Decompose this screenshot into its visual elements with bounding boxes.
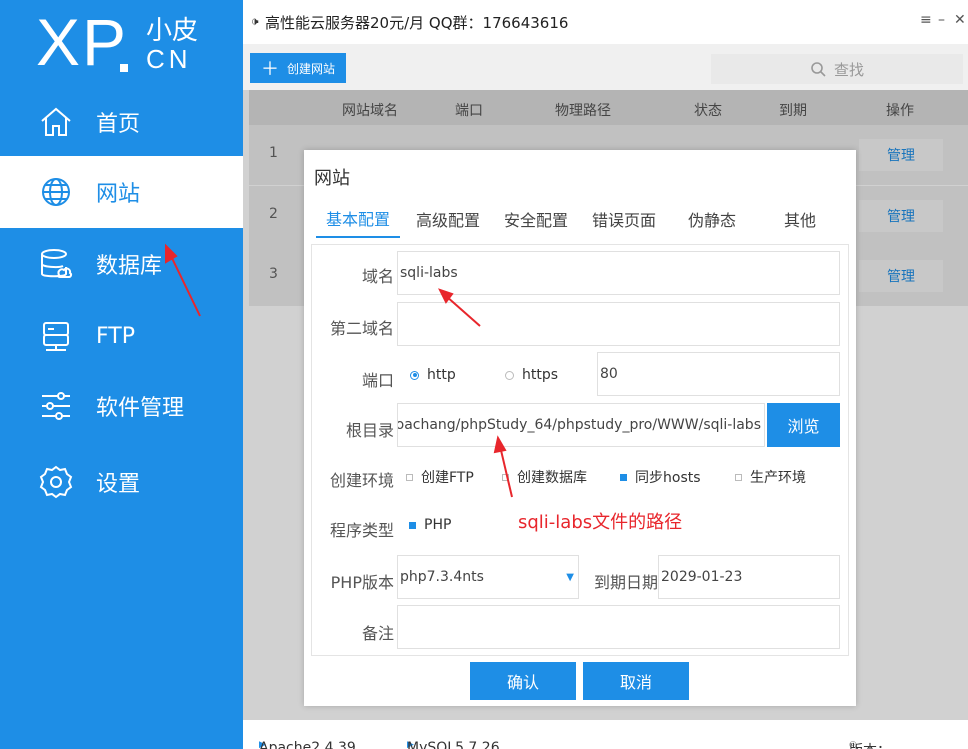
domain-label: 域名 <box>361 267 394 286</box>
sidebar-item-label: 软件管理 <box>96 396 185 421</box>
sync-hosts-label: 同步hosts <box>635 470 701 486</box>
gear-icon <box>36 462 76 502</box>
logo-cn-bottom: CN <box>146 44 192 74</box>
sidebar-item-ftp[interactable]: FTP <box>0 300 243 372</box>
dialog-title: 网站 <box>314 168 350 189</box>
root-path-value: oachang/phpStudy_64/phpstudy_pro/WWW/sql… <box>397 417 761 433</box>
search-label: 查找 <box>833 60 864 79</box>
https-radio[interactable]: https <box>505 367 558 383</box>
http-radio[interactable]: http <box>410 367 456 383</box>
search-input[interactable]: 查找 <box>711 54 963 84</box>
domain-input[interactable]: sqli-labs <box>397 251 840 295</box>
search-icon <box>811 62 826 77</box>
tab-basic[interactable]: 基本配置 <box>316 200 400 238</box>
sliders-icon <box>36 386 76 426</box>
sidebar-item-label: 网站 <box>96 182 141 207</box>
browse-button[interactable]: 浏览 <box>767 403 840 447</box>
note-input[interactable] <box>397 605 840 649</box>
logo: XP 小皮 CN <box>0 0 243 90</box>
statusbar: ▶Apache2.4.39 ▶MySQL5.7.26 ◎版本：8.1.1.3 <box>243 720 968 749</box>
create-ftp-checkbox[interactable]: 创建FTP <box>406 467 474 487</box>
sidebar-item-label: 数据库 <box>96 254 163 279</box>
root-label: 根目录 <box>345 421 394 440</box>
expire-label: 到期日期 <box>593 573 658 592</box>
sidebar-item-website[interactable]: 网站 <box>0 156 243 228</box>
sidebar: XP 小皮 CN 首页 网站 数据库 FTP 软件管理 设置 <box>0 0 243 749</box>
home-icon <box>36 102 76 142</box>
app-window: XP 小皮 CN 首页 网站 数据库 FTP 软件管理 设置 🕩 高性能云服务器… <box>0 0 968 749</box>
tab-security[interactable]: 安全配置 <box>494 200 578 238</box>
checkbox-unchecked-icon <box>502 473 509 481</box>
second-domain-input[interactable] <box>397 302 840 346</box>
checkbox-unchecked-icon <box>735 473 742 481</box>
port-label: 端口 <box>361 371 394 390</box>
port-input[interactable]: 80 <box>597 352 840 396</box>
version-label: 版本：8.1.1.3 <box>849 740 898 749</box>
php-version-select[interactable]: php7.3.4nts ▼ <box>397 555 579 599</box>
production-checkbox[interactable]: 生产环境 <box>735 467 806 487</box>
plus-icon: ＋ <box>260 59 279 80</box>
apache-label: Apache2.4.39 <box>259 740 356 749</box>
sidebar-item-database[interactable]: 数据库 <box>0 228 243 300</box>
sidebar-item-label: 设置 <box>96 472 141 497</box>
http-label: http <box>427 367 456 383</box>
php-label: PHP <box>424 517 452 533</box>
logo-xp: XP <box>36 5 129 79</box>
create-db-label: 创建数据库 <box>517 470 587 486</box>
radio-checked-icon <box>410 370 419 380</box>
menu-icon[interactable]: ≡ <box>920 12 932 28</box>
sidebar-item-software[interactable]: 软件管理 <box>0 370 243 442</box>
close-button[interactable]: ✕ <box>954 12 966 28</box>
sidebar-item-label: FTP <box>96 323 135 349</box>
sidebar-item-home[interactable]: 首页 <box>0 86 243 158</box>
speaker-icon: 🕩 <box>251 14 259 28</box>
checkbox-unchecked-icon <box>406 473 413 481</box>
cancel-button[interactable]: 取消 <box>583 662 689 700</box>
dropdown-caret-icon: ▼ <box>566 572 574 583</box>
php-version-value: php7.3.4nts <box>400 569 484 585</box>
php-checkbox[interactable]: PHP <box>409 517 451 533</box>
tab-error-pages[interactable]: 错误页面 <box>582 200 666 238</box>
sidebar-item-label: 首页 <box>96 112 141 137</box>
sync-hosts-checkbox[interactable]: 同步hosts <box>620 467 701 487</box>
production-label: 生产环境 <box>750 470 806 486</box>
globe-icon <box>36 172 76 212</box>
note-label: 备注 <box>361 624 394 643</box>
tab-rewrite[interactable]: 伪静态 <box>670 200 754 238</box>
minimize-button[interactable]: – <box>938 12 945 28</box>
tab-advanced[interactable]: 高级配置 <box>406 200 490 238</box>
checkbox-checked-icon <box>620 473 627 481</box>
create-site-label: 创建网站 <box>286 61 335 76</box>
sidebar-item-settings[interactable]: 设置 <box>0 446 243 518</box>
basic-config-panel: 域名 sqli-labs 第二域名 端口 http https 80 根目录 o… <box>311 244 849 656</box>
promo-title[interactable]: 高性能云服务器20元/月 QQ群：176643616 <box>265 12 568 33</box>
php-version-label: PHP版本 <box>330 573 394 592</box>
annotation-text: sqli-labs文件的路径 <box>518 512 683 533</box>
env-label: 创建环境 <box>329 471 394 490</box>
mysql-label: MySQL5.7.26 <box>407 740 500 749</box>
create-ftp-label: 创建FTP <box>421 470 474 486</box>
https-label: https <box>522 367 559 383</box>
program-type-label: 程序类型 <box>329 521 394 540</box>
create-site-button[interactable]: ＋ 创建网站 <box>250 53 346 83</box>
toolbar: ＋ 创建网站 查找 <box>243 44 968 90</box>
radio-unchecked-icon <box>505 370 514 380</box>
website-dialog: 网站 基本配置 高级配置 安全配置 错误页面 伪静态 其他 域名 sqli-la… <box>304 150 856 706</box>
server-icon <box>36 316 76 356</box>
checkbox-checked-icon <box>409 521 416 529</box>
confirm-button[interactable]: 确认 <box>470 662 576 700</box>
second-domain-label: 第二域名 <box>329 319 394 338</box>
titlebar: 🕩 高性能云服务器20元/月 QQ群：176643616 ≡ – ✕ <box>243 0 968 44</box>
logo-cn-top: 小皮 <box>146 16 199 46</box>
dialog-tabs: 基本配置 高级配置 安全配置 错误页面 伪静态 其他 <box>314 200 844 238</box>
create-db-checkbox[interactable]: 创建数据库 <box>502 467 587 487</box>
database-icon <box>36 244 76 284</box>
root-path-input[interactable]: oachang/phpStudy_64/phpstudy_pro/WWW/sql… <box>397 403 765 447</box>
tab-other[interactable]: 其他 <box>758 200 842 238</box>
expire-date-input[interactable]: 2029-01-23 <box>658 555 840 599</box>
logo-dot <box>120 64 128 72</box>
